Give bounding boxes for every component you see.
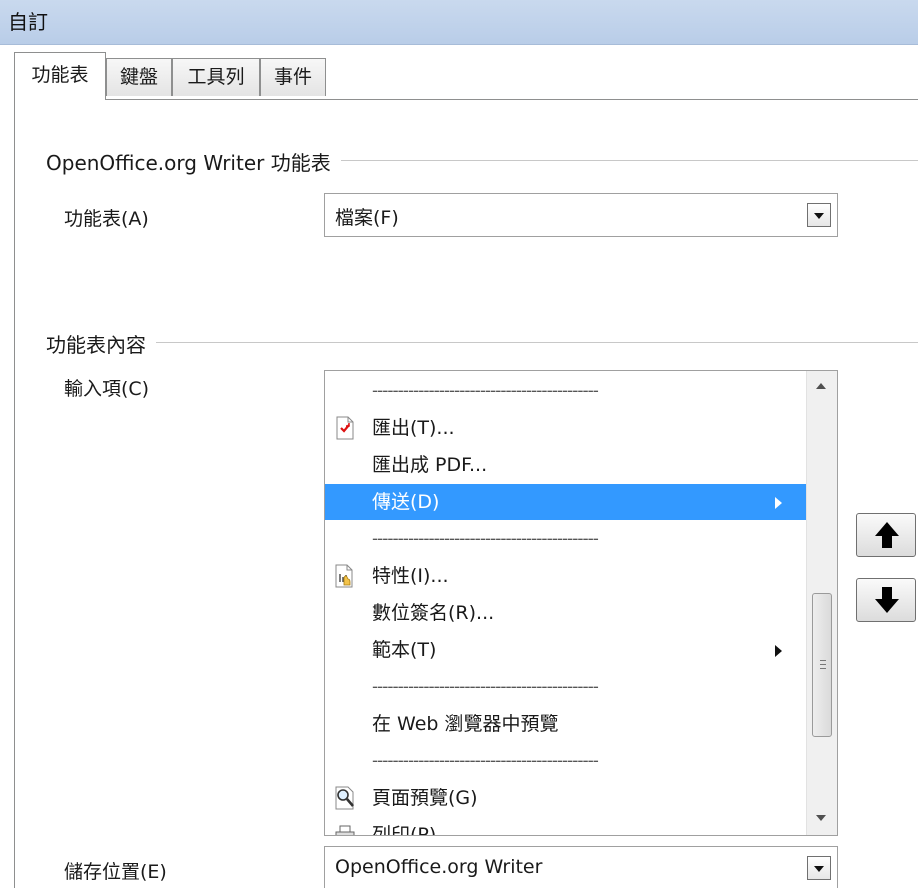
- menu-field-label: 功能表(A): [64, 208, 149, 230]
- list-item-export-pdf[interactable]: 匯出成 PDF...: [325, 447, 807, 483]
- list-item-label: 特性(I)...: [372, 565, 449, 587]
- scrollbar-thumb[interactable]: [812, 593, 832, 737]
- tab-panel-border: [14, 99, 918, 100]
- scroll-up-icon[interactable]: [816, 383, 826, 389]
- chevron-down-icon[interactable]: [807, 203, 831, 227]
- tab-events[interactable]: 事件: [260, 58, 326, 96]
- tab-menus[interactable]: 功能表: [14, 52, 106, 100]
- scroll-down-icon[interactable]: [816, 815, 826, 821]
- list-item-print[interactable]: 列印(P)...: [325, 817, 807, 836]
- tab-panel-left-border: [14, 99, 15, 888]
- arrow-down-icon: [875, 587, 899, 613]
- list-item-send[interactable]: 傳送(D): [325, 484, 807, 520]
- grip-icon: [820, 664, 826, 665]
- list-item-label: 匯出成 PDF...: [372, 454, 488, 476]
- content-group-title: 功能表內容: [46, 329, 156, 358]
- title-bar: 自訂: [0, 0, 918, 45]
- save-location-label: 儲存位置(E): [64, 861, 167, 883]
- tab-toolbars[interactable]: 工具列: [172, 58, 260, 96]
- list-item-separator[interactable]: ----------------------------------------…: [325, 373, 807, 409]
- list-item-label: 頁面預覽(G): [372, 787, 478, 809]
- list-item-digital-signature[interactable]: 數位簽名(R)...: [325, 595, 807, 631]
- customize-dialog: 自訂 功能表 鍵盤 工具列 事件 OpenOffice.org Writer 功…: [0, 0, 918, 888]
- move-down-button[interactable]: [856, 578, 916, 622]
- page-preview-icon: [335, 786, 354, 810]
- print-icon: [335, 825, 355, 835]
- list-item-separator[interactable]: ----------------------------------------…: [325, 521, 807, 557]
- list-item-label: 範本(T): [372, 639, 437, 661]
- list-item-label: 數位簽名(R)...: [372, 602, 495, 624]
- entries-scrollbar[interactable]: [806, 371, 837, 835]
- entries-field-label: 輸入項(C): [64, 378, 150, 400]
- grip-icon: [820, 660, 826, 661]
- entries-list[interactable]: ----------------------------------------…: [324, 370, 838, 836]
- list-item-separator[interactable]: ----------------------------------------…: [325, 743, 807, 779]
- save-location-select[interactable]: OpenOffice.org Writer: [324, 846, 838, 888]
- arrow-up-icon: [875, 522, 899, 548]
- list-item-page-preview[interactable]: 頁面預覽(G): [325, 780, 807, 816]
- submenu-arrow-icon: [775, 497, 782, 509]
- move-up-button[interactable]: [856, 513, 916, 557]
- menu-select-value: 檔案(F): [335, 207, 399, 229]
- properties-icon: [335, 564, 353, 588]
- export-icon: [336, 416, 354, 440]
- tab-strip: 功能表 鍵盤 工具列 事件: [0, 44, 918, 100]
- list-item-export[interactable]: 匯出(T)...: [325, 410, 807, 446]
- grip-icon: [820, 668, 826, 669]
- tab-keyboard[interactable]: 鍵盤: [106, 58, 172, 96]
- submenu-arrow-icon: [775, 645, 782, 657]
- list-item-separator[interactable]: ----------------------------------------…: [325, 669, 807, 705]
- list-item-templates[interactable]: 範本(T): [325, 632, 807, 668]
- list-item-label: 列印(P)...: [372, 824, 455, 836]
- list-item-web-preview[interactable]: 在 Web 瀏覽器中預覽: [325, 706, 807, 742]
- chevron-down-icon[interactable]: [807, 856, 831, 880]
- list-item-properties[interactable]: 特性(I)...: [325, 558, 807, 594]
- menu-select[interactable]: 檔案(F): [324, 193, 838, 237]
- group-separator-line: [46, 342, 918, 343]
- save-location-value: OpenOffice.org Writer: [335, 856, 543, 878]
- list-item-label: 傳送(D): [372, 491, 440, 513]
- list-item-label: 在 Web 瀏覽器中預覽: [372, 713, 559, 735]
- list-item-label: 匯出(T)...: [372, 417, 455, 439]
- menu-group-title: OpenOffice.org Writer 功能表: [46, 147, 341, 176]
- window-title: 自訂: [8, 10, 48, 34]
